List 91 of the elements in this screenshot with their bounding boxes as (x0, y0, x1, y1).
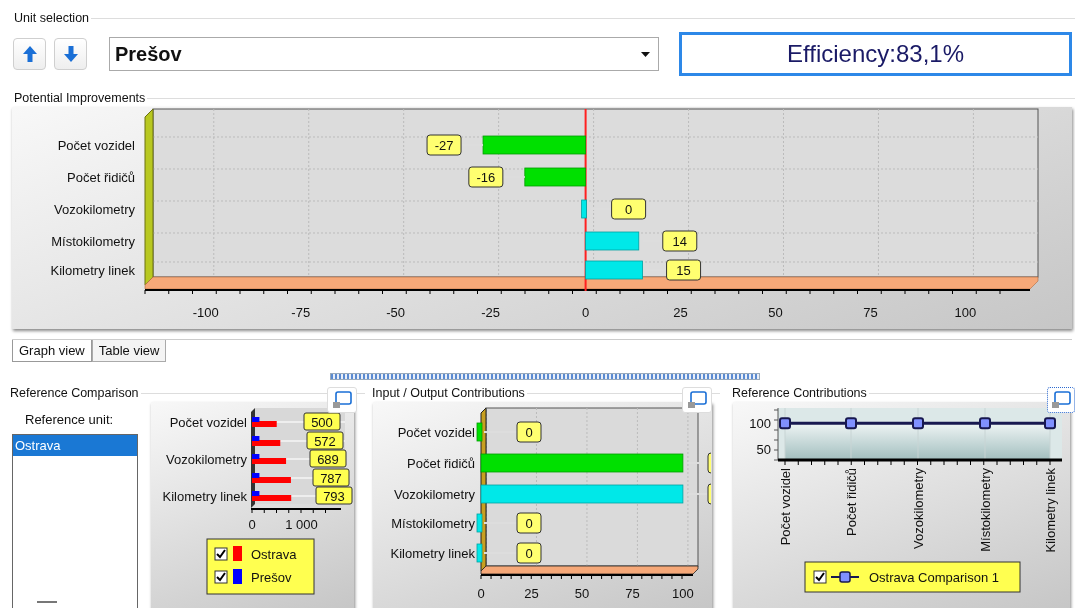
category-label: Místokilometry (391, 516, 475, 531)
value-label: 15 (666, 259, 702, 281)
category-label: Místokilometry (978, 468, 993, 552)
bar (476, 422, 483, 442)
tick-label: 0 (477, 586, 485, 601)
legend-swatch (233, 546, 242, 561)
tick-label: 100 (954, 305, 977, 320)
bar (524, 167, 586, 187)
value-label: 0 (516, 421, 542, 443)
data-label: 15 (676, 263, 691, 278)
legend-label: Ostrava (251, 547, 297, 562)
arrow-down-icon (62, 45, 79, 63)
value-label: 0 (516, 512, 542, 534)
view-tab[interactable]: Table view (91, 340, 167, 362)
value-label: 0 (611, 198, 647, 220)
tick-label: 50 (574, 586, 590, 601)
value-label: 14 (662, 230, 698, 252)
category-label: Počet vozidel (778, 468, 793, 546)
unit-dropdown[interactable]: Prešov (109, 37, 659, 71)
move-up-button[interactable] (13, 38, 46, 70)
checkbox[interactable] (214, 547, 228, 561)
group-title: Reference Contributions (731, 386, 868, 400)
category-label: Počet vozidel (397, 425, 475, 440)
tick-label: 75 (863, 305, 878, 320)
splitter-handle[interactable] (330, 373, 760, 380)
value-label: 787 (312, 468, 350, 487)
bar (585, 260, 643, 280)
view-tab[interactable]: Graph view (12, 340, 92, 362)
tick-label: 50 (756, 441, 771, 457)
value-label: -16 (468, 166, 504, 188)
reference-unit-label: Reference unit: (25, 412, 115, 429)
tick-label: 1 000 (285, 517, 318, 532)
value-label: 572 (306, 431, 344, 450)
data-label: 0 (624, 202, 633, 217)
category-label: Vozokilometry (54, 202, 135, 217)
bar (581, 199, 587, 219)
category-label: Počet vozidel (169, 415, 247, 430)
label-tag-edge (707, 452, 712, 474)
float-window-icon[interactable] (1047, 387, 1075, 413)
checkbox[interactable] (214, 570, 228, 584)
data-label: -27 (434, 138, 454, 153)
group-title: Potential Improvements (13, 91, 147, 105)
tick-label: -75 (291, 305, 311, 320)
group-title: Unit selection (13, 11, 91, 25)
category-label: Vozokilometry (394, 487, 475, 502)
value-label: 0 (516, 542, 542, 564)
category-label: Počet řidičů (67, 170, 135, 185)
tick-label: 25 (673, 305, 688, 320)
value-label: -27 (426, 134, 462, 156)
tick-label: -25 (481, 305, 501, 320)
caret-icon (641, 51, 650, 57)
tick-label: 25 (524, 586, 539, 601)
bar (476, 513, 483, 533)
y-axis (773, 407, 779, 461)
value-label: 500 (303, 412, 341, 431)
label-tag-edge (707, 483, 712, 505)
tick-label: -50 (386, 305, 406, 320)
category-label: Počet vozidel (57, 138, 135, 153)
category-label: Vozokilometry (911, 468, 926, 549)
tick-label: 100 (749, 416, 771, 432)
tick-label: -100 (192, 305, 219, 320)
value-label: 689 (309, 449, 347, 468)
group-title: Reference Comparison (9, 386, 140, 400)
category-label: Kilometry linek (162, 489, 247, 504)
legend-label: Prešov (251, 570, 292, 585)
category-label: Kilometry linek (390, 546, 475, 561)
data-label: -16 (476, 170, 496, 185)
tick-label: 0 (582, 305, 590, 320)
legend-label: Ostrava Comparison 1 (869, 570, 1000, 585)
category-label: Místokilometry (51, 234, 135, 249)
category-label: Kilometry linek (50, 263, 135, 278)
list-item[interactable]: Ostrava (13, 435, 137, 456)
category-label: Počet řidičů (407, 456, 475, 471)
efficiency-display: Efficiency:83,1% (679, 32, 1072, 76)
category-label: Vozokilometry (166, 452, 247, 467)
legend-marker (830, 571, 860, 583)
data-label: 14 (672, 234, 688, 249)
bar (476, 543, 483, 563)
category-label: Počet řidičů (844, 468, 859, 536)
bar (585, 231, 640, 251)
arrow-up-icon (21, 45, 38, 63)
legend-swatch (233, 569, 242, 584)
tick-label: 75 (625, 586, 640, 601)
tick-label: 50 (768, 305, 783, 320)
tick-label: 0 (248, 517, 256, 532)
group-title: Input / Output Contributions (371, 386, 526, 400)
move-down-button[interactable] (54, 38, 87, 70)
value-label: 793 (315, 486, 353, 505)
tick-label: 100 (672, 586, 694, 601)
category-label: Kilometry linek (1043, 468, 1058, 553)
checkbox[interactable] (813, 570, 827, 584)
